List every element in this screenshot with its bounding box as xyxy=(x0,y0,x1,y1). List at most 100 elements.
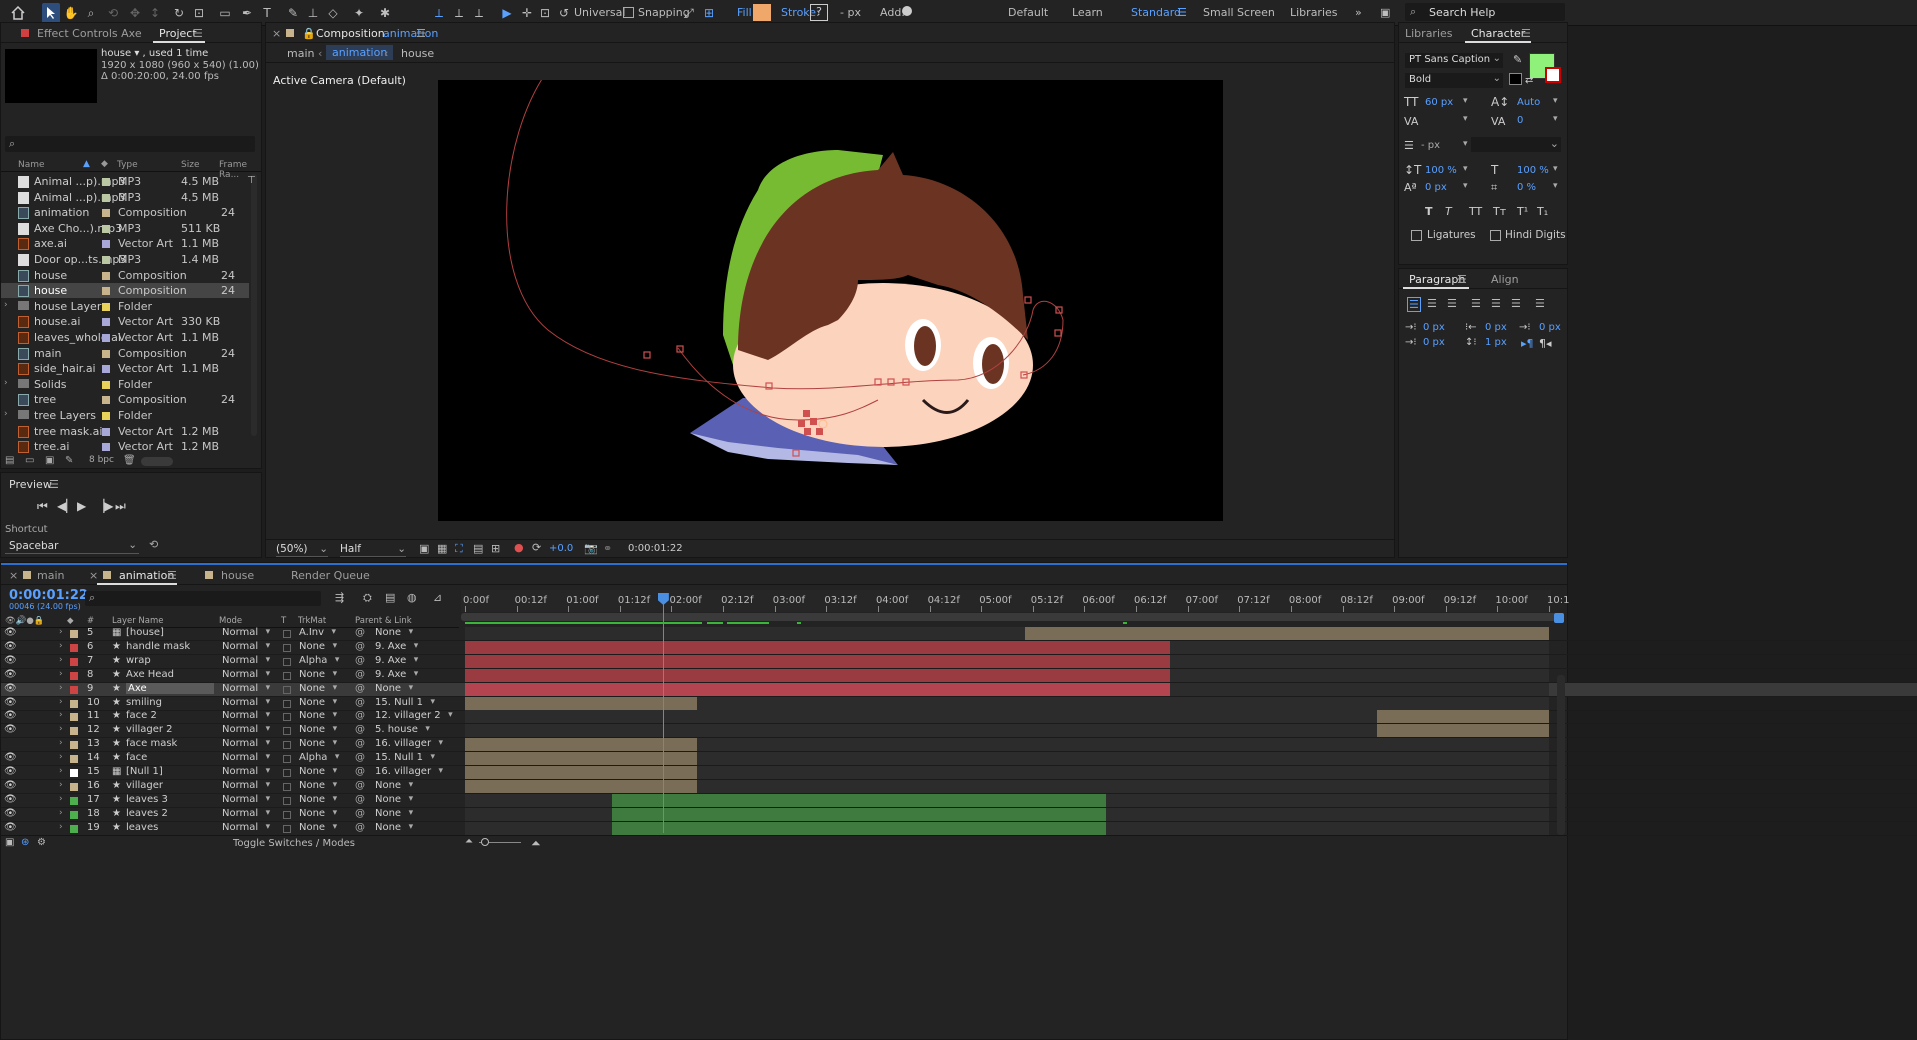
label-color[interactable] xyxy=(70,755,78,764)
timeline-scrollbar[interactable] xyxy=(1557,675,1565,835)
work-area-end-handle[interactable] xyxy=(1554,613,1564,623)
pickwhip-icon[interactable]: @ xyxy=(355,669,365,680)
eye-icon[interactable]: 👁 xyxy=(4,780,17,791)
expand-arrow-icon[interactable]: › xyxy=(59,822,63,832)
expand-arrow-icon[interactable]: › xyxy=(59,655,63,665)
preserve-transparency-box[interactable] xyxy=(283,699,291,708)
pickwhip-icon[interactable]: @ xyxy=(355,724,365,735)
chevron-down-icon[interactable]: ▾ xyxy=(1463,139,1468,149)
project-item[interactable]: tree Composition 24 xyxy=(1,392,249,407)
expand-render-time-icon[interactable]: ⚙ xyxy=(37,837,46,848)
layer-row[interactable]: 👁 › 9 ★ Axe Normal None @ None xyxy=(1,682,1917,697)
layer-row[interactable]: 👁 › 10 ★ smiling Normal None @15. Null 1 xyxy=(1,696,1917,711)
exposure-value[interactable]: +0.0 xyxy=(549,543,573,554)
indent-first-value[interactable]: 0 px xyxy=(1539,322,1561,333)
trkmat-select[interactable]: Alpha xyxy=(299,752,340,765)
preserve-transparency-box[interactable] xyxy=(283,657,291,666)
transparency-grid-icon[interactable]: ▦ xyxy=(437,542,447,555)
baseline-shift-value[interactable]: 0 px xyxy=(1425,182,1447,193)
time-ruler[interactable]: 0:00f 00:12f 01:00f 01:12f 02:00f 02:12f 03:00… xyxy=(461,590,1569,612)
eye-icon[interactable]: 👁 xyxy=(4,822,17,833)
more-workspaces-icon[interactable]: » xyxy=(1355,6,1362,19)
show-snapshot-icon[interactable]: ⚭ xyxy=(603,542,612,555)
pickwhip-icon[interactable]: @ xyxy=(355,627,365,638)
layer-row[interactable]: 👁 › 8 ★ Axe Head Normal None @9. Axe xyxy=(1,668,1917,683)
thumbnail-slider[interactable] xyxy=(141,457,173,466)
trkmat-select[interactable]: None xyxy=(299,780,337,793)
expand-switches-icon[interactable]: ▣ xyxy=(5,837,14,848)
blend-mode-select[interactable]: Normal xyxy=(222,808,270,821)
preserve-transparency-box[interactable] xyxy=(283,810,291,819)
eye-icon[interactable]: 👁 xyxy=(4,655,17,666)
chevron-down-icon[interactable]: ▾ xyxy=(1463,96,1468,106)
layer-name[interactable]: leaves 3 xyxy=(126,794,168,805)
preserve-transparency-box[interactable] xyxy=(283,782,291,791)
home-icon[interactable] xyxy=(8,3,28,23)
eye-icon[interactable]: 👁 xyxy=(4,710,17,721)
parent-select[interactable]: 9. Axe xyxy=(375,669,419,682)
chevron-down-icon[interactable]: ▾ xyxy=(1463,164,1468,174)
tab-main[interactable]: main xyxy=(37,569,64,582)
pickwhip-icon[interactable]: @ xyxy=(355,822,365,833)
horizontal-scale-value[interactable]: 100 % xyxy=(1517,165,1549,176)
pan-tool-icon[interactable]: ✥ xyxy=(126,3,144,23)
local-axis-icon[interactable]: ⟂ xyxy=(430,3,448,23)
tab-align[interactable]: Align xyxy=(1491,273,1519,286)
col-layer-name[interactable]: Layer Name xyxy=(112,616,163,626)
space-before-value[interactable]: 0 px xyxy=(1423,337,1445,348)
breadcrumb-house[interactable]: house xyxy=(401,47,434,60)
parent-select[interactable]: 9. Axe xyxy=(375,641,419,654)
layer-duration-bar[interactable] xyxy=(465,682,1171,696)
workspace-default[interactable]: Default xyxy=(1008,6,1048,19)
blend-mode-select[interactable]: Normal xyxy=(222,669,270,682)
layer-duration-bar[interactable] xyxy=(1376,710,1549,724)
workspace-small-screen[interactable]: Small Screen xyxy=(1203,6,1275,19)
eye-icon[interactable]: 👁 xyxy=(4,683,17,694)
project-item[interactable]: › house Layers Folder xyxy=(1,299,249,314)
layer-duration-bar[interactable] xyxy=(1376,724,1549,738)
trkmat-select[interactable]: None xyxy=(299,669,337,682)
expand-arrow-icon[interactable]: › xyxy=(59,627,63,637)
align-center-icon[interactable]: ☰ xyxy=(1427,297,1437,310)
parent-select[interactable]: 16. villager xyxy=(375,738,443,751)
vertical-scale-value[interactable]: 100 % xyxy=(1425,165,1457,176)
preserve-transparency-box[interactable] xyxy=(283,643,291,652)
expand-arrow-icon[interactable]: › xyxy=(59,669,63,679)
trkmat-select[interactable]: None xyxy=(299,697,337,710)
label-tag-icon[interactable]: ◆ xyxy=(101,159,108,169)
prev-frame-icon[interactable]: ◀▏ xyxy=(57,499,75,513)
play-icon[interactable]: ▶ xyxy=(77,499,86,513)
layer-name[interactable]: face mask xyxy=(126,738,177,749)
ltr-direction-icon[interactable]: ▸¶ xyxy=(1521,337,1534,350)
blend-mode-select[interactable]: Normal xyxy=(222,697,270,710)
subscript-button[interactable]: T₁ xyxy=(1537,205,1548,218)
parent-select[interactable]: 16. villager xyxy=(375,766,443,779)
tab-character[interactable]: Character xyxy=(1471,27,1525,40)
parent-select[interactable]: None xyxy=(375,627,413,640)
pickwhip-icon[interactable]: @ xyxy=(355,808,365,819)
color-channels-icon[interactable]: ● xyxy=(514,541,524,554)
expand-arrow-icon[interactable]: › xyxy=(59,724,63,734)
trkmat-select[interactable]: None xyxy=(299,641,337,654)
label-color[interactable] xyxy=(70,727,78,736)
pickwhip-icon[interactable]: @ xyxy=(355,738,365,749)
project-settings-icon[interactable]: ✎ xyxy=(65,455,73,466)
layer-duration-bar[interactable] xyxy=(611,821,1107,835)
workspace-learn[interactable]: Learn xyxy=(1072,6,1103,19)
expand-arrow-icon[interactable]: › xyxy=(4,300,8,310)
exposure-reset-icon[interactable]: ⟳ xyxy=(532,541,541,554)
view-axis-icon[interactable]: ⟂ xyxy=(470,3,488,23)
tracking-value[interactable]: 0 xyxy=(1517,115,1523,126)
mask-visibility-icon[interactable]: ⛶ xyxy=(455,542,463,556)
space-after-value[interactable]: 1 px xyxy=(1485,337,1507,348)
scale-icon[interactable]: ⊡ xyxy=(536,3,554,23)
label-color[interactable] xyxy=(70,657,78,666)
chevron-down-icon[interactable]: ▾ xyxy=(1553,181,1558,191)
shortcut-select[interactable]: Spacebar ⌄ xyxy=(5,538,139,554)
parent-select[interactable]: None xyxy=(375,683,413,696)
move-icon[interactable]: ✛ xyxy=(518,3,536,23)
layer-name[interactable]: villager xyxy=(126,780,163,791)
eye-icon[interactable]: 👁 xyxy=(4,766,17,777)
close-comp-icon[interactable]: × xyxy=(272,27,281,40)
expand-arrow-icon[interactable]: › xyxy=(59,794,63,804)
